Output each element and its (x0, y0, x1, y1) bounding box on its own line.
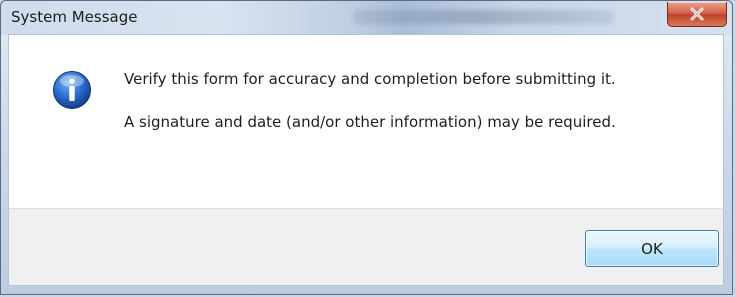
ok-button[interactable]: OK (585, 230, 719, 267)
dialog-title: System Message (11, 8, 138, 26)
background-window-title (353, 10, 613, 24)
message-line-1: Verify this form for accuracy and comple… (124, 70, 616, 88)
title-bar[interactable]: System Message (1, 1, 732, 35)
close-button[interactable] (667, 2, 727, 27)
message-line-2: A signature and date (and/or other infor… (124, 113, 616, 131)
info-icon (53, 71, 91, 109)
close-icon (690, 7, 704, 21)
